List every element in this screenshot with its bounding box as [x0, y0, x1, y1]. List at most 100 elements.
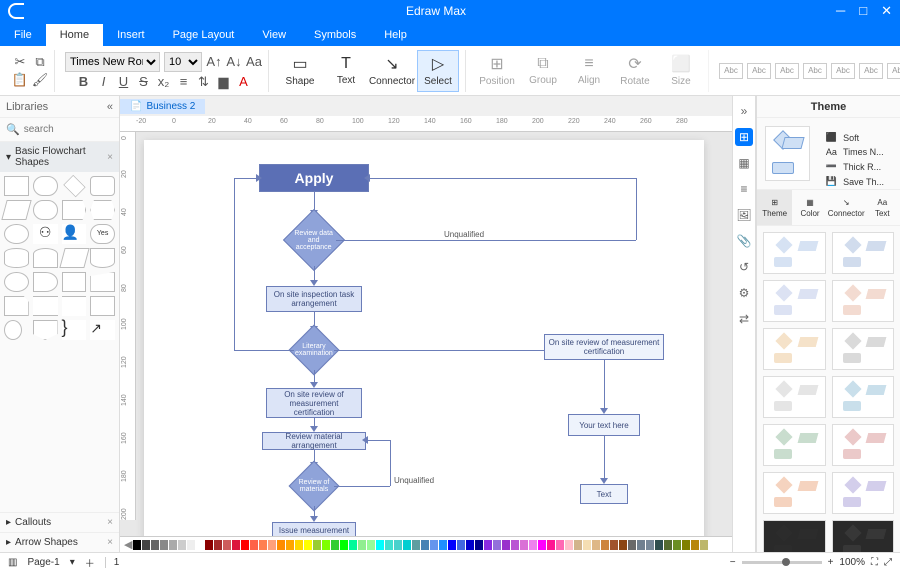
category-callouts[interactable]: ▸ Callouts× — [0, 512, 119, 532]
shape-arrow[interactable]: ↗ — [90, 320, 115, 340]
color-swatch[interactable] — [610, 540, 618, 550]
theme-icon[interactable]: ⊞ — [735, 128, 753, 146]
shape-hex[interactable] — [90, 200, 115, 220]
settings-icon[interactable]: ⚙ — [735, 284, 753, 302]
highlight-icon[interactable]: ▆ — [216, 74, 232, 90]
color-swatch[interactable] — [142, 540, 150, 550]
page[interactable]: Apply Review data and acceptance On site… — [144, 140, 704, 536]
theme-thumb[interactable] — [832, 520, 895, 552]
theme-thumb[interactable] — [763, 328, 826, 370]
color-swatch[interactable] — [277, 540, 285, 550]
color-swatch[interactable] — [151, 540, 159, 550]
color-swatch[interactable] — [475, 540, 483, 550]
color-swatch[interactable] — [502, 540, 510, 550]
page-dropdown-icon[interactable]: ▾ — [70, 557, 75, 568]
node-review-materials[interactable]: Review of materials — [289, 461, 340, 512]
node-onsite-review-2[interactable]: On site review of measurement certificat… — [544, 334, 664, 360]
theme-thumb[interactable] — [763, 520, 826, 552]
theme-opt-font[interactable]: AaTimes N... — [822, 145, 888, 159]
color-swatch[interactable] — [232, 540, 240, 550]
minimize-button[interactable]: ─ — [836, 3, 845, 19]
color-swatch[interactable] — [673, 540, 681, 550]
line-spacing-icon[interactable]: ⇅ — [196, 74, 212, 90]
color-swatch[interactable] — [313, 540, 321, 550]
theme-opt-soft[interactable]: ⬛Soft — [822, 130, 888, 145]
select-tool[interactable]: ▷Select — [417, 50, 459, 92]
shape-rect[interactable] — [4, 176, 29, 196]
color-swatch[interactable] — [259, 540, 267, 550]
group-tool[interactable]: ⧉Group — [522, 50, 564, 92]
font-family-select[interactable]: Times New Roman — [65, 52, 160, 72]
theme-thumb[interactable] — [832, 376, 895, 418]
node-literary[interactable]: Literary examination — [289, 325, 340, 376]
strike-icon[interactable]: S — [136, 74, 152, 90]
color-swatch[interactable] — [322, 540, 330, 550]
color-swatch[interactable] — [421, 540, 429, 550]
shape-delay[interactable] — [33, 272, 58, 292]
shape-bracket[interactable] — [62, 296, 87, 316]
shape-rounded[interactable] — [33, 176, 58, 196]
node-issue-cert[interactable]: Issue measurement certificate — [272, 522, 356, 536]
theme-thumb[interactable] — [763, 472, 826, 514]
connector-tool[interactable]: ↘Connector — [371, 50, 413, 92]
color-swatch[interactable] — [547, 540, 555, 550]
shape-actor[interactable]: ⚇ — [33, 224, 58, 244]
color-swatch[interactable] — [520, 540, 528, 550]
cut-icon[interactable]: ✂ — [12, 54, 28, 70]
color-swatch[interactable] — [331, 540, 339, 550]
size-tool[interactable]: ⬜Size — [660, 50, 702, 92]
zoom-out-icon[interactable]: − — [730, 557, 736, 568]
underline-icon[interactable]: U — [116, 74, 132, 90]
color-swatch[interactable] — [646, 540, 654, 550]
style-chip[interactable]: Abc — [887, 63, 900, 79]
theme-thumb[interactable] — [763, 232, 826, 274]
color-swatch[interactable] — [484, 540, 492, 550]
color-swatch[interactable] — [286, 540, 294, 550]
category-basic-flowchart[interactable]: ▾ Basic Flowchart Shapes× — [0, 142, 119, 172]
subscript-icon[interactable]: x₂ — [156, 74, 172, 90]
fit-page-icon[interactable]: ⛶ — [871, 557, 878, 568]
layout-icon[interactable]: ▦ — [735, 154, 753, 172]
shape-offpage[interactable] — [33, 320, 58, 340]
theme-thumb[interactable] — [832, 280, 895, 322]
color-swatch[interactable] — [628, 540, 636, 550]
paste-icon[interactable]: 📋 — [12, 72, 28, 88]
color-swatch[interactable] — [160, 540, 168, 550]
italic-icon[interactable]: I — [96, 74, 112, 90]
copy-icon[interactable]: ⧉ — [32, 54, 48, 70]
color-swatch[interactable] — [169, 540, 177, 550]
theme-thumb[interactable] — [832, 232, 895, 274]
format-painter-icon[interactable]: 🖌 — [32, 72, 48, 88]
color-swatch[interactable] — [214, 540, 222, 550]
text-tool[interactable]: TText — [325, 50, 367, 92]
font-size-select[interactable]: 10 — [164, 52, 202, 72]
shape-sum[interactable] — [4, 272, 29, 292]
tab-page-layout[interactable]: Page Layout — [159, 24, 249, 46]
shape-connector[interactable] — [33, 296, 58, 316]
shape-rect[interactable] — [90, 176, 115, 196]
color-swatch[interactable] — [430, 540, 438, 550]
subtab-text[interactable]: AaText — [865, 190, 900, 225]
libraries-collapse-icon[interactable]: « — [107, 101, 113, 113]
color-swatch[interactable] — [340, 540, 348, 550]
shape-circle[interactable] — [4, 320, 22, 340]
color-swatch[interactable] — [367, 540, 375, 550]
color-swatch[interactable] — [295, 540, 303, 550]
color-swatch[interactable] — [304, 540, 312, 550]
page-name[interactable]: Page-1 — [27, 557, 59, 568]
color-swatch[interactable] — [385, 540, 393, 550]
color-swatch[interactable] — [457, 540, 465, 550]
maximize-button[interactable]: □ — [859, 3, 867, 19]
shape-parallelogram[interactable] — [1, 200, 31, 220]
color-swatch[interactable] — [583, 540, 591, 550]
style-chip[interactable]: Abc — [747, 63, 771, 79]
shape-card[interactable] — [33, 248, 58, 268]
color-swatch[interactable] — [349, 540, 357, 550]
position-tool[interactable]: ⊞Position — [476, 50, 518, 92]
color-swatch[interactable] — [493, 540, 501, 550]
category-arrow-shapes[interactable]: ▸ Arrow Shapes× — [0, 532, 119, 552]
color-swatch[interactable] — [268, 540, 276, 550]
expand-icon[interactable]: » — [735, 102, 753, 120]
subtab-connector[interactable]: ↘Connector — [828, 190, 865, 225]
add-page-icon[interactable]: ＋ — [85, 555, 95, 570]
